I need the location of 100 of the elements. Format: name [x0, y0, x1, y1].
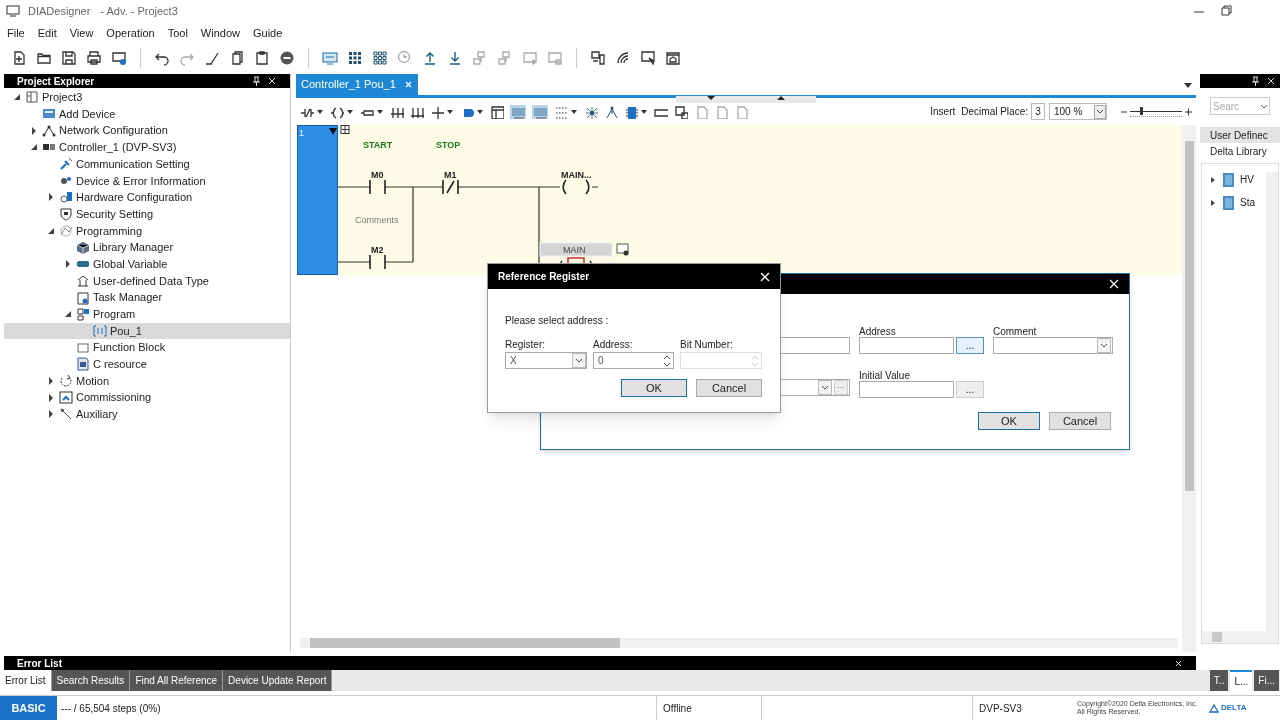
collapsed-arrow-icon[interactable] — [1210, 198, 1216, 207]
browse-button[interactable]: ... — [956, 337, 984, 354]
chip-icon[interactable] — [624, 104, 638, 119]
address-spinner[interactable]: 0 — [593, 352, 674, 369]
tree-item[interactable]: Auxiliary — [4, 406, 290, 423]
tree-item[interactable]: Security Setting — [4, 205, 290, 223]
coil-input-field[interactable] — [539, 242, 613, 257]
clipboard-icon[interactable] — [254, 50, 270, 66]
dotted-grid-icon[interactable] — [554, 104, 568, 119]
horizontal-scrollbar[interactable] — [300, 638, 1178, 648]
library-item[interactable]: Sta — [1202, 195, 1266, 210]
network-icon[interactable] — [584, 104, 598, 119]
menu-item[interactable]: Operation — [106, 24, 155, 42]
tree-item[interactable]: Library Manager — [4, 239, 290, 256]
collapsed-arrow-icon[interactable] — [30, 125, 38, 136]
expand-icon[interactable] — [340, 125, 350, 134]
tree-item[interactable]: Programming — [4, 222, 290, 240]
tree-item[interactable]: Device & Error Information — [4, 172, 290, 190]
stop-icon[interactable] — [279, 50, 295, 66]
output-tab[interactable]: Find All Reference — [130, 670, 224, 691]
close-icon[interactable] — [267, 76, 277, 86]
rung-menu-icon[interactable] — [329, 128, 337, 135]
side-tab[interactable]: T.. — [1209, 670, 1229, 691]
caret-icon[interactable] — [316, 107, 324, 116]
tree-item[interactable]: Add Device — [4, 105, 290, 123]
tree-item[interactable]: Commissioning — [4, 389, 290, 407]
output-tab[interactable]: Device Update Report — [223, 670, 333, 691]
table-icon[interactable] — [490, 104, 504, 119]
browse-icon[interactable] — [616, 243, 629, 256]
menu-item[interactable]: Tool — [167, 24, 188, 42]
dropdown-arrow-icon[interactable] — [1183, 81, 1193, 89]
browse-button[interactable]: ··· — [834, 380, 848, 395]
new-file-icon[interactable] — [11, 50, 27, 66]
tree-item[interactable]: Program — [4, 305, 290, 323]
signal-icon[interactable] — [615, 50, 631, 66]
caret-icon[interactable] — [346, 107, 354, 116]
tree-item[interactable]: Hardware Configuration — [4, 189, 290, 206]
collapsed-arrow-icon[interactable] — [47, 376, 55, 387]
pen-icon[interactable] — [204, 50, 220, 66]
horizontal-scrollbar[interactable] — [1202, 631, 1278, 643]
output-tab[interactable]: Error List — [0, 670, 52, 691]
menu-item[interactable]: Edit — [37, 24, 57, 42]
library-item[interactable]: HV — [1202, 172, 1266, 187]
print-icon[interactable] — [86, 50, 102, 66]
copy-icon[interactable] — [229, 50, 245, 66]
restore-icon[interactable] — [1220, 4, 1234, 18]
menu-item[interactable]: Guide — [253, 24, 283, 42]
collapse-bar[interactable] — [676, 96, 816, 103]
zoom-slider[interactable] — [1130, 104, 1182, 119]
normally-open-contact[interactable] — [369, 179, 386, 195]
pin-icon[interactable] — [1250, 75, 1261, 87]
expanded-arrow-icon[interactable] — [30, 142, 38, 153]
caret-icon[interactable] — [640, 107, 648, 116]
ok-button[interactable]: OK — [621, 379, 687, 397]
decimal-place-field[interactable]: 3 — [1031, 103, 1045, 120]
vertical-scrollbar[interactable] — [1182, 125, 1196, 652]
upload-icon[interactable] — [422, 50, 438, 66]
slider-thumb[interactable] — [1139, 106, 1143, 115]
tree-item[interactable]: Motion — [4, 372, 290, 390]
caret-icon[interactable] — [376, 107, 384, 116]
tree-item[interactable]: C resource — [4, 356, 290, 373]
window-cursor-icon[interactable] — [640, 50, 656, 66]
caret-icon[interactable] — [476, 107, 484, 116]
device-icon[interactable] — [590, 50, 606, 66]
zoom-select[interactable]: 100 % — [1049, 103, 1107, 120]
initial-value-field[interactable] — [859, 381, 954, 398]
grid-outline-icon[interactable] — [372, 50, 388, 66]
side-tab[interactable]: L... — [1230, 670, 1253, 691]
tree-item[interactable]: Controller_1 (DVP-SV3) — [4, 139, 290, 156]
collapsed-arrow-icon[interactable] — [47, 192, 55, 203]
collapsed-arrow-icon[interactable] — [47, 409, 55, 420]
library-tab[interactable]: User Definec — [1200, 127, 1280, 143]
menu-item[interactable]: View — [69, 24, 94, 42]
down-triangle-icon[interactable] — [707, 96, 715, 101]
editor-tab[interactable]: Controller_1 Pou_1 — [296, 74, 418, 95]
browse-button[interactable]: ... — [956, 381, 984, 398]
cancel-button[interactable]: Cancel — [1049, 412, 1111, 430]
up-triangle-icon[interactable] — [777, 96, 785, 101]
output-coil[interactable] — [562, 179, 590, 195]
register-select[interactable]: X — [505, 352, 587, 369]
normally-closed-contact[interactable] — [442, 179, 459, 195]
close-icon[interactable] — [1174, 658, 1183, 668]
collapsed-arrow-icon[interactable] — [47, 392, 55, 403]
tree-item[interactable]: Communication Setting — [4, 155, 290, 173]
caret-icon[interactable] — [446, 107, 454, 116]
tree-item[interactable]: Pou_1 — [4, 322, 290, 340]
tree-item[interactable]: User-defined Data Type — [4, 272, 290, 290]
branch-icon[interactable] — [430, 104, 444, 119]
menu-item[interactable]: Window — [200, 24, 240, 42]
side-tab[interactable]: Fi... — [1254, 670, 1279, 691]
tree-item[interactable]: Network Configuration — [4, 122, 290, 140]
pin-icon[interactable] — [251, 75, 262, 87]
tree-item[interactable]: Task Manager — [4, 289, 290, 306]
normally-open-contact[interactable] — [369, 254, 386, 270]
save-icon[interactable] — [61, 50, 77, 66]
close-icon[interactable] — [1266, 76, 1276, 86]
cancel-button[interactable]: Cancel — [696, 379, 762, 397]
vertical-scrollbar[interactable] — [1266, 172, 1278, 631]
output-tab[interactable]: Search Results — [51, 670, 131, 691]
table-lookup-icon[interactable] — [674, 104, 688, 119]
